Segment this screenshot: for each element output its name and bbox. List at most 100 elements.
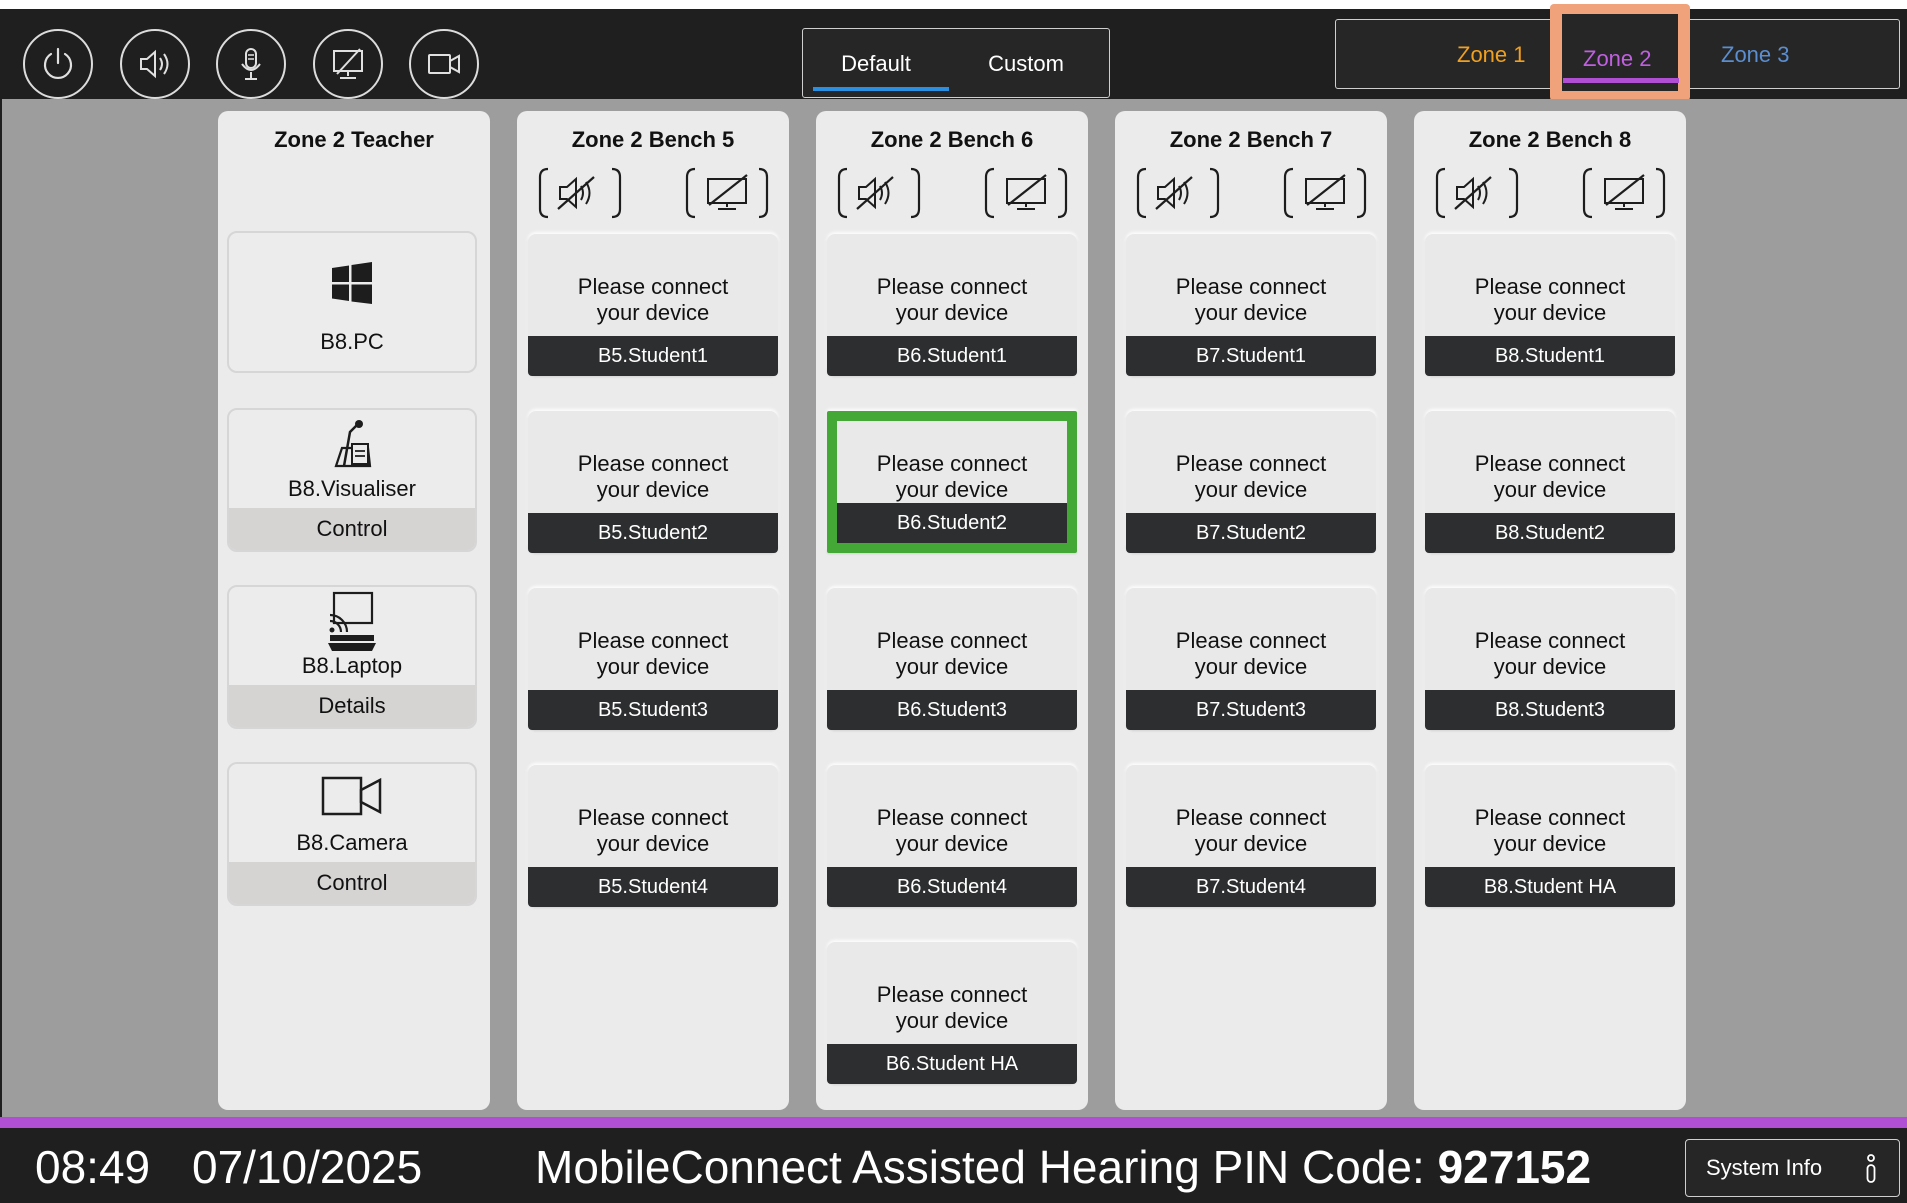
device-card-camera[interactable]: B8.Camera Control [227,762,477,906]
system-info-label: System Info [1706,1155,1823,1180]
student-source-card[interactable]: Please connect your device B6.Student4 [827,765,1077,907]
connect-message: Please connect your device [1126,628,1376,680]
visualiser-icon [229,418,475,470]
connect-message: Please connect your device [1425,805,1675,857]
display-button[interactable] [313,29,383,99]
student-source-card[interactable]: Please connect your device B8.Student1 [1425,234,1675,376]
bench-8-column: Zone 2 Bench 8 Please connect your device… [1414,111,1686,1110]
connect-message: Please connect your device [1126,805,1376,857]
bench-mute-button[interactable] [538,165,622,221]
device-name: B8.Visualiser [288,476,416,501]
student-source-card[interactable]: Please connect your device B8.Student2 [1425,411,1675,553]
power-button[interactable] [23,29,93,99]
student-source-card[interactable]: Please connect your device B5.Student3 [528,588,778,730]
tab-custom[interactable]: Custom [953,29,1099,99]
volume-button[interactable] [120,29,190,99]
bench-display-off-button[interactable] [984,165,1068,221]
device-card-pc[interactable]: B8.PC [227,231,477,373]
bench-display-off-button[interactable] [1582,165,1666,221]
connect-message-line: Please connect [1175,628,1327,653]
visualiser-control-button[interactable]: Control [229,508,475,550]
connect-message: Please connect your device [827,982,1077,1034]
bench-mute-button[interactable] [1435,165,1519,221]
tab-zone-1[interactable]: Zone 1 [1457,42,1526,68]
connect-message-line: your device [1194,477,1308,502]
display-off-icon [685,167,769,219]
laptop-cast-icon [229,591,475,653]
connect-message: Please connect your device [1126,274,1376,326]
connect-message-line: Please connect [1175,274,1327,299]
student-label: B7.Student4 [1126,867,1376,907]
bench-display-off-button[interactable] [685,165,769,221]
student-source-card[interactable]: Please connect your device B6.Student1 [827,234,1077,376]
display-off-icon [1582,167,1666,219]
bench-5-column: Zone 2 Bench 5 Please connect your device… [517,111,789,1110]
student-source-card[interactable]: Please connect your device B5.Student2 [528,411,778,553]
student-source-card[interactable]: Please connect your device B7.Student4 [1126,765,1376,907]
student-source-card[interactable]: Please connect your device B6.Student2 [827,411,1077,553]
student-label: B5.Student2 [528,513,778,553]
device-name: B8.PC [320,329,384,354]
camera-icon [428,54,460,74]
status-bar: 08:49 07/10/2025 MobileConnect Assisted … [0,1128,1907,1203]
connect-message: Please connect your device [827,628,1077,680]
device-card-laptop[interactable]: B8.Laptop Details [227,585,477,729]
bench-display-off-button[interactable] [1283,165,1367,221]
student-label: B6.Student1 [827,336,1077,376]
clock-time: 08:49 [35,1141,151,1193]
speaker-muted-icon [538,167,622,219]
laptop-details-button[interactable]: Details [229,685,475,727]
student-source-card[interactable]: Please connect your device B6.Student3 [827,588,1077,730]
connect-message-line: your device [895,1008,1009,1033]
student-source-card[interactable]: Please connect your device B6.Student HA [827,942,1077,1084]
connect-message-line: Please connect [577,628,729,653]
bench-mute-button[interactable] [1136,165,1220,221]
speaker-muted-icon [1136,167,1220,219]
tab-zone-3[interactable]: Zone 3 [1721,42,1790,68]
student-source-card[interactable]: Please connect your device B7.Student1 [1126,234,1376,376]
connect-message-line: Please connect [1474,805,1626,830]
tab-zone-2-label: Zone 2 [1583,46,1652,71]
connect-message: Please connect your device [528,451,778,503]
student-label: B8.Student3 [1425,690,1675,730]
device-name: B8.Laptop [301,653,403,678]
microphone-icon [241,48,261,80]
microphone-button[interactable] [216,29,286,99]
connect-message: Please connect your device [1425,628,1675,680]
system-info-button[interactable]: System Info [1685,1139,1900,1197]
connect-message: Please connect your device [1425,274,1675,326]
student-label: B5.Student4 [528,867,778,907]
mode-toggle: Default Custom [802,28,1110,98]
display-off-icon [333,48,363,79]
display-off-icon [984,167,1068,219]
student-source-card[interactable]: Please connect your device B7.Student3 [1126,588,1376,730]
connect-message-line: Please connect [876,628,1028,653]
clock-date: 07/10/2025 [192,1141,423,1193]
student-source-card[interactable]: Please connect your device B7.Student2 [1126,411,1376,553]
bench-mute-button[interactable] [837,165,921,221]
connect-message-line: Please connect [876,805,1028,830]
connect-message-line: Please connect [577,451,729,476]
connect-message-line: Please connect [876,274,1028,299]
connect-message: Please connect your device [528,628,778,680]
connect-message: Please connect your device [837,451,1067,503]
device-card-visualiser[interactable]: B8.Visualiser Control [227,408,477,552]
student-label: B7.Student1 [1126,336,1376,376]
student-label: B6.Student4 [827,867,1077,907]
speaker-muted-icon [837,167,921,219]
student-label: B8.Student2 [1425,513,1675,553]
connect-message: Please connect your device [1126,451,1376,503]
student-source-card[interactable]: Please connect your device B8.Student3 [1425,588,1675,730]
student-label: B5.Student1 [528,336,778,376]
connect-message-line: your device [1493,831,1607,856]
student-source-card[interactable]: Please connect your device B8.Student HA [1425,765,1675,907]
tab-default[interactable]: Default [803,29,949,99]
student-source-card[interactable]: Please connect your device B5.Student1 [528,234,778,376]
camera-button[interactable] [409,29,479,99]
camera-control-button[interactable]: Control [229,862,475,904]
student-label: B7.Student3 [1126,690,1376,730]
student-source-card[interactable]: Please connect your device B5.Student4 [528,765,778,907]
column-title: Zone 2 Bench 6 [870,127,1034,152]
connect-message-line: Please connect [1474,274,1626,299]
display-off-icon [1283,167,1367,219]
